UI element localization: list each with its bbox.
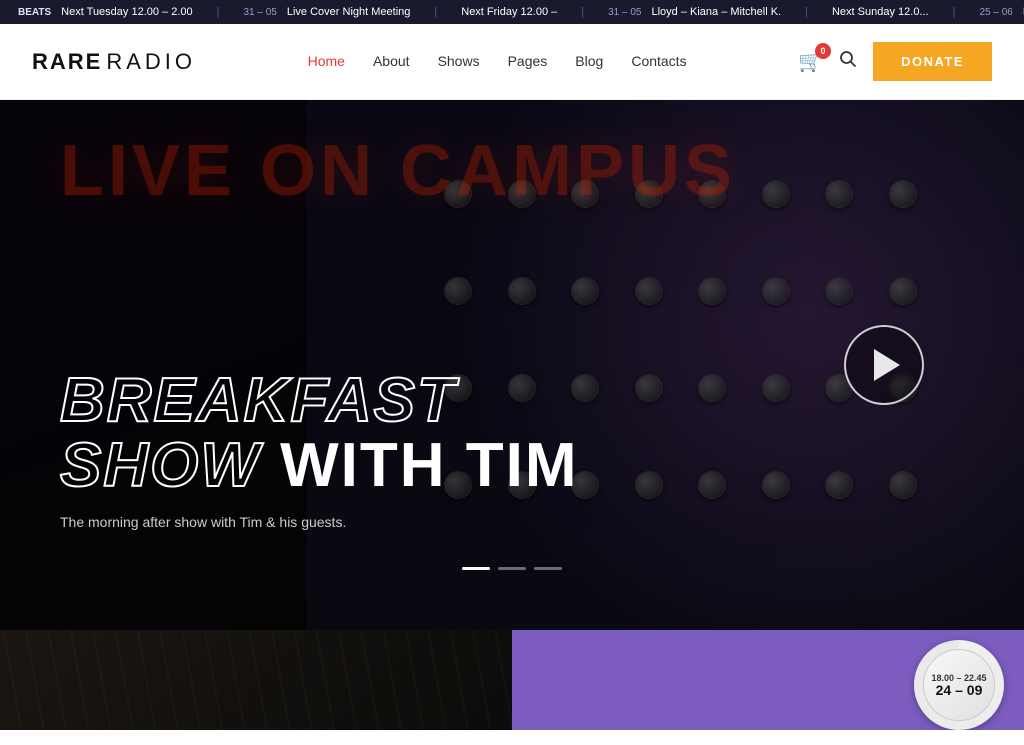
- nav-item-contacts[interactable]: Contacts: [631, 53, 686, 69]
- mixer-knob: [889, 471, 917, 499]
- nav-item-about[interactable]: About: [373, 53, 410, 69]
- logo[interactable]: RARE RADIO: [32, 49, 196, 75]
- ticker-date: 31 – 05: [608, 7, 641, 18]
- ticker-sep: |: [805, 6, 808, 18]
- mixer-knob: [762, 277, 790, 305]
- ticker-item: Next Friday 12.00 –: [443, 6, 575, 18]
- mixer-knob: [635, 180, 663, 208]
- mixer-knob: [635, 277, 663, 305]
- mixer-knob: [889, 180, 917, 208]
- ticker-date: 31 – 05: [244, 7, 277, 18]
- mixer-knob: [698, 374, 726, 402]
- mixer-knob: [889, 277, 917, 305]
- hero-subtitle: The morning after show with Tim & his gu…: [60, 514, 578, 530]
- stamp-inner: 18.00 – 22.45 24 – 09: [923, 649, 995, 721]
- ticker-item: Next Sunday 12.0...: [814, 6, 947, 18]
- bottom-right-panel: 18.00 – 22.45 24 – 09: [512, 630, 1024, 730]
- donate-button[interactable]: DONATE: [873, 42, 992, 81]
- stamp-date: 24 – 09: [936, 683, 983, 697]
- mixer-knob: [698, 277, 726, 305]
- hero-title-line1: BREAKFAST: [60, 370, 578, 432]
- cart-badge: 0: [815, 43, 831, 59]
- play-button[interactable]: [844, 325, 924, 405]
- logo-rare: RARE: [32, 49, 102, 75]
- ticker-sep: |: [953, 6, 956, 18]
- mixer-knob: [825, 471, 853, 499]
- mixer-knob: [762, 471, 790, 499]
- ticker-text: Next Tuesday 12.00 – 2.00: [61, 6, 192, 18]
- ticker-date: 25 – 06: [979, 7, 1012, 18]
- play-icon: [874, 349, 900, 381]
- ticker-item: 25 – 06 Midday Inth...: [961, 6, 1024, 18]
- header-actions: 🛒 0 DONATE: [798, 42, 992, 81]
- mixer-knob: [508, 277, 536, 305]
- mixer-knob: [698, 180, 726, 208]
- hero-content: BREAKFAST SHOW WITH TIM The morning afte…: [60, 370, 578, 530]
- mixer-knob: [444, 277, 472, 305]
- ticker-text: Live Cover Night Meeting: [287, 6, 411, 18]
- hero-title-line2: SHOW WITH TIM: [60, 432, 578, 500]
- dot-1[interactable]: [462, 567, 490, 570]
- bottom-left-panel: [0, 630, 512, 730]
- stamp-outer: 18.00 – 22.45 24 – 09: [914, 640, 1004, 730]
- stamp-badge: 18.00 – 22.45 24 – 09: [914, 640, 1004, 730]
- mixer-knob: [571, 277, 599, 305]
- ticker-sep: |: [217, 6, 220, 18]
- mixer-knob: [825, 180, 853, 208]
- ticker-sep: |: [434, 6, 437, 18]
- nav-item-shows[interactable]: Shows: [438, 53, 480, 69]
- nav-item-blog[interactable]: Blog: [575, 53, 603, 69]
- dot-2[interactable]: [498, 567, 526, 570]
- bottom-section: 18.00 – 22.45 24 – 09: [0, 630, 1024, 730]
- ticker-item: 31 – 05 Lloyd – Kiana – Mitchell K.: [590, 6, 799, 18]
- mixer-knob: [571, 180, 599, 208]
- hero-title-show: SHOW: [60, 431, 261, 500]
- ticker-text: Next Friday 12.00 –: [461, 6, 557, 18]
- mixer-knob: [762, 374, 790, 402]
- ticker-bar: Beats Next Tuesday 12.00 – 2.00 | 31 – 0…: [0, 0, 1024, 24]
- hero-section: LIVE ON CAMPUS BREAKFAST SHOW WITH TIM T…: [0, 100, 1024, 630]
- ticker-item: Beats Next Tuesday 12.00 – 2.00: [0, 6, 211, 18]
- light-rays: [0, 630, 512, 730]
- ticker-text: Lloyd – Kiana – Mitchell K.: [651, 6, 781, 18]
- hero-dots: [462, 567, 562, 570]
- mixer-knob: [698, 471, 726, 499]
- bottom-right-content: 18.00 – 22.45 24 – 09: [914, 640, 1004, 730]
- mixer-knob: [635, 471, 663, 499]
- ticker-label: Beats: [18, 7, 51, 18]
- mixer-knob: [444, 180, 472, 208]
- ticker-sep: |: [581, 6, 584, 18]
- main-nav: Home About Shows Pages Blog Contacts: [308, 53, 687, 71]
- mixer-knob: [825, 277, 853, 305]
- search-icon: [839, 50, 857, 68]
- mixer-knob: [508, 180, 536, 208]
- cart-button[interactable]: 🛒 0: [798, 49, 823, 74]
- ticker-item: 31 – 05 Live Cover Night Meeting: [226, 6, 429, 18]
- mixer-knob: [635, 374, 663, 402]
- nav-item-pages[interactable]: Pages: [508, 53, 548, 69]
- hero-title-with-tim: WITH TIM: [280, 431, 578, 500]
- nav-item-home[interactable]: Home: [308, 53, 345, 69]
- mixer-knob: [762, 180, 790, 208]
- ticker-inner: Beats Next Tuesday 12.00 – 2.00 | 31 – 0…: [0, 6, 1024, 18]
- site-header: RARE RADIO Home About Shows Pages Blog C…: [0, 24, 1024, 100]
- dot-3[interactable]: [534, 567, 562, 570]
- search-button[interactable]: [839, 50, 857, 73]
- logo-radio: RADIO: [106, 49, 196, 75]
- ticker-text: Next Sunday 12.0...: [832, 6, 929, 18]
